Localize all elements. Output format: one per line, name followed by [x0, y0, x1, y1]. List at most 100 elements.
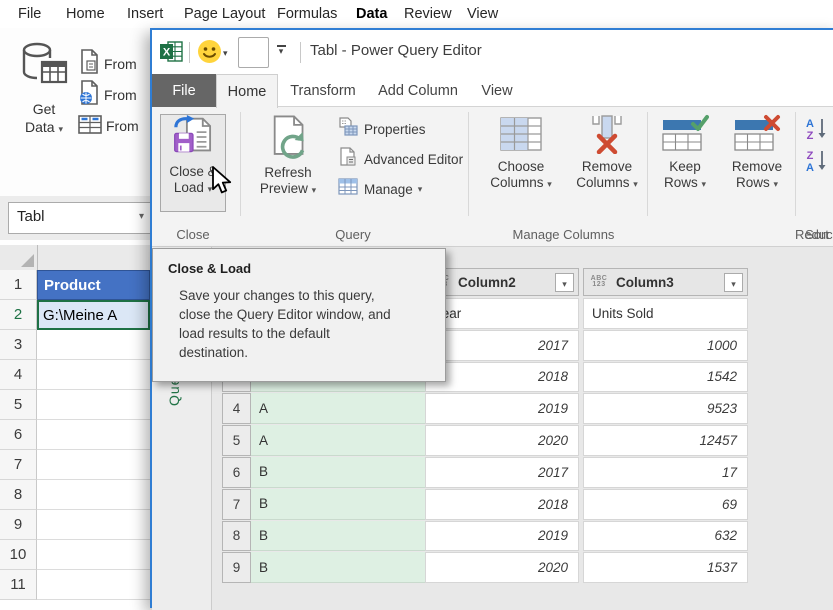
cell-column3[interactable]: 12457 [583, 425, 748, 456]
cell-column1[interactable]: B [251, 489, 425, 520]
cell-column3[interactable]: 1537 [583, 552, 748, 583]
excel-row-number[interactable]: 1 [0, 270, 37, 300]
from-text-csv-button[interactable]: From [78, 50, 137, 78]
sort-ascending-button[interactable]: A Z [804, 116, 833, 142]
from-web-button[interactable]: From [78, 81, 137, 109]
close-load-tooltip: Close & Load Save your changes to this q… [152, 248, 446, 382]
cell-column3[interactable]: 632 [583, 521, 748, 552]
excel-cell[interactable] [37, 420, 150, 450]
choose-columns-button[interactable]: Choose Columns ▾ [480, 114, 562, 192]
cell-column2[interactable]: 2020 [425, 552, 579, 583]
quick-access-customize-button[interactable]: ▾ [275, 45, 287, 55]
pq-tab-home[interactable]: Home [216, 74, 278, 108]
excel-cell[interactable] [37, 390, 150, 420]
cell-column1[interactable]: A [251, 393, 425, 424]
column3-filter-button[interactable]: ▾ [724, 273, 743, 292]
cell-column3[interactable]: Units Sold [583, 298, 748, 329]
advanced-editor-button[interactable]: Advanced Editor [338, 146, 463, 172]
keep-rows-button[interactable]: Keep Rows ▾ [654, 114, 716, 192]
cell-column2[interactable]: Year [425, 298, 579, 329]
excel-tab-review[interactable]: Review [404, 6, 452, 22]
pq-tab-add-column[interactable]: Add Column [376, 74, 460, 107]
cell-column1[interactable]: A [251, 425, 425, 456]
select-all-corner[interactable] [0, 245, 38, 270]
remove-columns-button[interactable]: Remove Columns ▾ [567, 114, 647, 192]
excel-cell[interactable] [37, 570, 150, 600]
cell-column3[interactable]: 1542 [583, 362, 748, 393]
cell-column1[interactable]: B [251, 457, 425, 488]
excel-row-number[interactable]: 7 [0, 450, 37, 480]
titlebar-separator [300, 42, 301, 63]
cell-column2[interactable]: 2017 [425, 457, 579, 488]
sort-descending-button[interactable]: Z A [804, 148, 833, 174]
excel-row-number[interactable]: 8 [0, 480, 37, 510]
cell-column3[interactable]: 1000 [583, 330, 748, 361]
tooltip-title: Close & Load [168, 261, 445, 276]
column3-header[interactable]: ABC123 Column3 ▾ [583, 268, 748, 296]
cell-column3[interactable]: 9523 [583, 393, 748, 424]
excel-cell[interactable] [37, 450, 150, 480]
tooltip-body-line: load results to the default [179, 324, 445, 343]
excel-cell[interactable] [37, 510, 150, 540]
pq-tab-view[interactable]: View [476, 74, 518, 107]
cell-column2[interactable]: 2018 [425, 362, 579, 393]
feedback-smiley-button[interactable] [197, 39, 222, 69]
excel-tab-page-layout[interactable]: Page Layout [184, 6, 265, 22]
excel-tab-view[interactable]: View [467, 6, 498, 22]
refresh-preview-button[interactable]: Refresh Preview ▾ [248, 114, 328, 198]
cell-column3[interactable]: 17 [583, 457, 748, 488]
excel-tab-home[interactable]: Home [66, 6, 105, 22]
excel-tab-file[interactable]: File [18, 6, 41, 22]
file-globe-icon [78, 80, 100, 111]
group-label-close: Close [160, 227, 226, 242]
cell-column1[interactable]: B [251, 521, 425, 552]
excel-cell[interactable] [37, 480, 150, 510]
manage-icon [338, 178, 358, 200]
row-number[interactable]: 6 [222, 457, 251, 488]
excel-tab-formulas[interactable]: Formulas [277, 6, 337, 22]
name-box[interactable]: Tabl ▾ [8, 202, 151, 234]
excel-row-number[interactable]: 6 [0, 420, 37, 450]
excel-row-number[interactable]: 9 [0, 510, 37, 540]
pq-tab-file[interactable]: File [152, 74, 216, 107]
excel-row-number[interactable]: 4 [0, 360, 37, 390]
column2-header[interactable]: ABC123 Column2 ▾ [425, 268, 579, 296]
cell-column2[interactable]: 2020 [425, 425, 579, 456]
remove-columns-label-2: Columns ▾ [567, 175, 647, 192]
remove-rows-button[interactable]: Remove Rows ▾ [719, 114, 795, 192]
remove-columns-label-1: Remove [567, 159, 647, 175]
pq-tab-transform[interactable]: Transform [288, 74, 358, 107]
cell-column2[interactable]: 2018 [425, 489, 579, 520]
excel-tab-data[interactable]: Data [356, 6, 387, 22]
excel-row-number[interactable]: 2 [0, 300, 37, 330]
excel-row-number[interactable]: 10 [0, 540, 37, 570]
excel-row-number[interactable]: 3 [0, 330, 37, 360]
excel-cell[interactable] [37, 540, 150, 570]
row-number[interactable]: 5 [222, 425, 251, 456]
row-number[interactable]: 4 [222, 393, 251, 424]
row-number[interactable]: 9 [222, 552, 251, 583]
excel-row-number[interactable]: 11 [0, 570, 37, 600]
cell-column1[interactable]: B [251, 552, 425, 583]
row-number[interactable]: 7 [222, 489, 251, 520]
cell-column2[interactable]: 2019 [425, 393, 579, 424]
manage-button[interactable]: Manage ▾ [338, 176, 422, 202]
excel-cell-a2-selected[interactable]: G:\Meine A [37, 300, 150, 330]
properties-button[interactable]: Properties [338, 116, 426, 142]
column2-filter-button[interactable]: ▾ [555, 273, 574, 292]
get-data-button[interactable]: Get Data ▾ [10, 42, 78, 160]
excel-cell[interactable] [37, 360, 150, 390]
svg-text:A: A [806, 162, 814, 174]
dropdown-caret-icon: ▾ [58, 124, 63, 134]
row-number[interactable]: 8 [222, 521, 251, 552]
remove-columns-icon [585, 141, 629, 158]
excel-tab-insert[interactable]: Insert [127, 6, 163, 22]
excel-cell-a1[interactable]: Product [37, 270, 150, 300]
cell-column2[interactable]: 2017 [425, 330, 579, 361]
from-table-range-button[interactable]: From [78, 112, 139, 140]
excel-row-number[interactable]: 5 [0, 390, 37, 420]
cell-column3[interactable]: 69 [583, 489, 748, 520]
quick-access-button[interactable] [238, 37, 269, 68]
cell-column2[interactable]: 2019 [425, 521, 579, 552]
excel-cell[interactable] [37, 330, 150, 360]
